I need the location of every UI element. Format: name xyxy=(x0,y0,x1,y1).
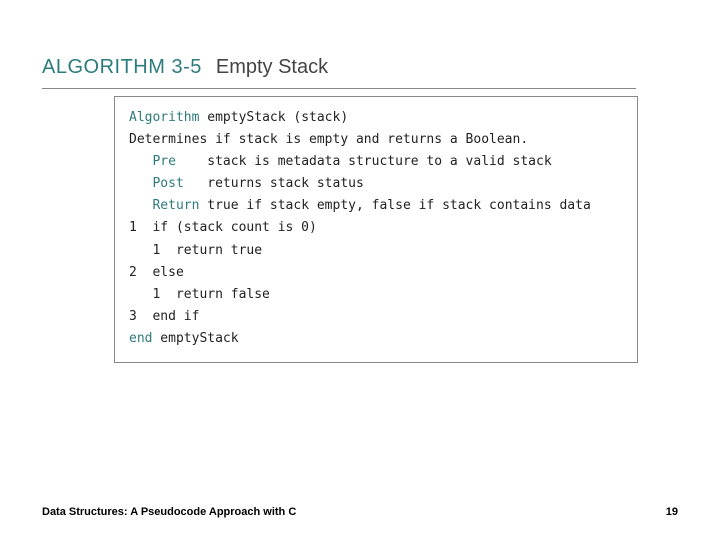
keyword-algorithm: Algorithm xyxy=(129,110,199,125)
code-line: 1 return true xyxy=(129,240,623,262)
code-text: 2 else xyxy=(129,265,184,280)
algorithm-title: Empty Stack xyxy=(216,56,328,79)
code-line: 2 else xyxy=(129,262,623,284)
code-text: emptyStack xyxy=(152,331,238,346)
code-line: Post returns stack status xyxy=(129,173,623,195)
code-line: Return true if stack empty, false if sta… xyxy=(129,195,623,217)
header-divider xyxy=(42,88,636,89)
code-text: 1 return true xyxy=(129,243,262,258)
code-line: 3 end if xyxy=(129,306,623,328)
code-text: returns stack status xyxy=(184,176,364,191)
slide-footer: Data Structures: A Pseudocode Approach w… xyxy=(42,506,678,518)
code-line: 1 return false xyxy=(129,284,623,306)
keyword-pre: Pre xyxy=(129,154,176,169)
page-number: 19 xyxy=(666,506,678,518)
code-line: Algorithm emptyStack (stack) xyxy=(129,107,623,129)
pseudocode-box: Algorithm emptyStack (stack) Determines … xyxy=(114,96,638,363)
code-text: 1 return false xyxy=(129,287,270,302)
keyword-end: end xyxy=(129,331,152,346)
code-text: true if stack empty, false if stack cont… xyxy=(199,198,590,213)
keyword-return: Return xyxy=(129,198,199,213)
algorithm-header: ALGORITHM 3-5 Empty Stack xyxy=(42,56,328,79)
keyword-post: Post xyxy=(129,176,184,191)
code-text: 1 if (stack count is 0) xyxy=(129,220,317,235)
code-text: 3 end if xyxy=(129,309,199,324)
algorithm-label: ALGORITHM 3-5 xyxy=(42,56,202,79)
code-text: stack is metadata structure to a valid s… xyxy=(176,154,552,169)
footer-text: Data Structures: A Pseudocode Approach w… xyxy=(42,506,296,518)
code-line: end emptyStack xyxy=(129,328,623,350)
code-text: Determines if stack is empty and returns… xyxy=(129,132,528,147)
code-line: Determines if stack is empty and returns… xyxy=(129,129,623,151)
code-line: Pre stack is metadata structure to a val… xyxy=(129,151,623,173)
code-line: 1 if (stack count is 0) xyxy=(129,217,623,239)
code-text: emptyStack (stack) xyxy=(199,110,348,125)
